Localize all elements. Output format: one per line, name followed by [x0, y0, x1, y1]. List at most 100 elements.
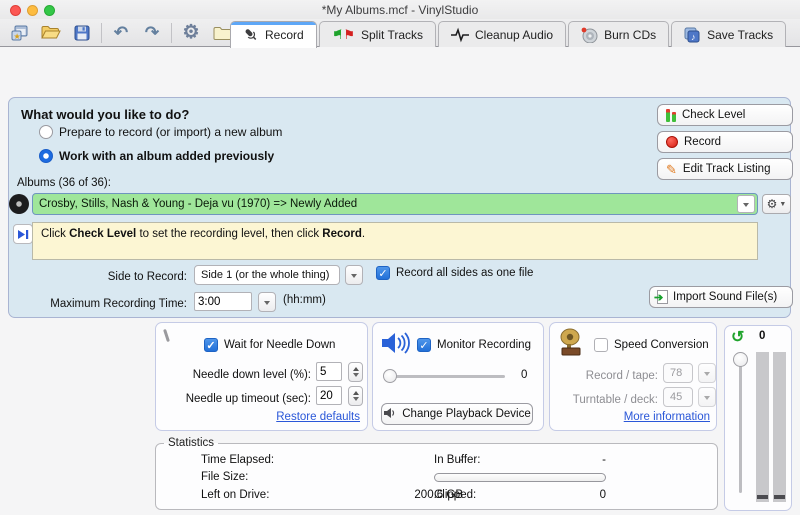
side-to-record-chevron[interactable]: [345, 265, 363, 285]
statistics-legend: Statistics: [164, 437, 218, 449]
record-button[interactable]: Record: [657, 131, 793, 153]
flags-icon: ⚑⚑: [332, 28, 355, 41]
tab-save-tracks[interactable]: ♪ Save Tracks: [671, 21, 786, 47]
album-select[interactable]: Crosby, Stills, Nash & Young - Deja vu (…: [32, 193, 758, 215]
time-elapsed-label: Time Elapsed:: [201, 454, 274, 466]
small-speaker-icon: [383, 407, 396, 422]
max-recording-time-chevron[interactable]: [258, 292, 276, 312]
undo-button[interactable]: ↶: [109, 22, 133, 44]
reset-gain-icon[interactable]: ↺: [731, 327, 744, 347]
gain-slider-thumb[interactable]: [733, 352, 748, 367]
needle-down-level-input[interactable]: [316, 362, 342, 381]
left-on-drive-label: Left on Drive:: [201, 489, 269, 501]
window-title: *My Albums.mcf - VinylStudio: [0, 3, 800, 17]
toolbar-separator: [101, 23, 102, 43]
hint-icon: [13, 224, 33, 244]
hint-message: Click Check Level to set the recording l…: [32, 222, 758, 260]
side-to-record-value: Side 1 (or the whole thing): [201, 269, 329, 281]
speaker-icon: [379, 329, 411, 362]
save-button[interactable]: [70, 22, 94, 44]
needle-up-timeout-stepper[interactable]: [348, 386, 363, 406]
tab-split-tracks[interactable]: ⚑⚑ Split Tracks: [319, 21, 436, 47]
gain-slider[interactable]: [739, 358, 742, 493]
album-options-menu-button[interactable]: ⚙ ▼: [762, 194, 791, 214]
meter-peak-segment: [757, 495, 768, 499]
edit-track-listing-button[interactable]: ✎ Edit Track Listing: [657, 158, 793, 180]
clipped-value: 0: [546, 489, 606, 501]
radio-existing-album[interactable]: Work with an album added previously: [39, 149, 274, 163]
tab-record[interactable]: Record: [230, 21, 317, 48]
toolbar-buttons: ★ ↶ ↷ ⚙ ▼: [8, 19, 267, 46]
tab-cleanup-audio[interactable]: Cleanup Audio: [438, 21, 566, 47]
turntable-deck-chevron: [698, 387, 716, 407]
speed-panel: Speed Conversion Record / tape: 78 Turnt…: [549, 322, 717, 431]
albums-count-label: Albums (36 of 36):: [17, 177, 111, 189]
chevron-down-icon: ▼: [779, 201, 786, 208]
monitor-recording-checkbox[interactable]: ✓ Monitor Recording: [417, 338, 531, 352]
side-to-record-label: Side to Record:: [37, 267, 187, 285]
record-dot-icon: [666, 136, 678, 148]
new-collection-icon: ★: [11, 25, 29, 41]
checkbox-icon: ✓: [417, 338, 431, 352]
radio-label: Prepare to record (or import) a new albu…: [59, 125, 282, 139]
turntable-deck-select: 45: [663, 387, 693, 407]
record-all-sides-label: Record all sides as one file: [396, 267, 533, 279]
tab-label: Cleanup Audio: [475, 28, 553, 42]
album-selected-value: Crosby, Stills, Nash & Young - Deja vu (…: [33, 198, 737, 210]
title-bar: *My Albums.mcf - VinylStudio: [0, 0, 800, 19]
hint-text: .: [362, 228, 365, 240]
svg-text:♪: ♪: [691, 32, 696, 42]
new-collection-button[interactable]: ★: [8, 22, 32, 44]
in-buffer-value: -: [546, 454, 606, 466]
tab-bar: Record ⚑⚑ Split Tracks Cleanup Audio Bur…: [230, 20, 788, 47]
needle-up-timeout-label: Needle up timeout (sec):: [166, 389, 311, 407]
change-playback-device-button[interactable]: Change Playback Device: [381, 403, 533, 425]
radio-label: Work with an album added previously: [59, 149, 274, 163]
monitor-volume-slider[interactable]: [385, 375, 505, 378]
svg-text:★: ★: [14, 32, 21, 41]
record-tape-label: Record / tape:: [560, 366, 658, 384]
clipped-label: Clipped:: [434, 489, 476, 501]
change-playback-device-label: Change Playback Device: [402, 408, 531, 420]
chevron-down-icon[interactable]: [737, 195, 755, 213]
import-file-icon: ➔: [657, 290, 668, 304]
toolbar: ★ ↶ ↷ ⚙ ▼: [0, 19, 800, 47]
needle-down-level-label: Needle down level (%):: [166, 365, 311, 383]
record-main-panel: What would you like to do? Prepare to re…: [8, 97, 791, 318]
monitor-panel: ✓ Monitor Recording 0 Change Playback De…: [372, 322, 544, 431]
record-all-sides-checkbox[interactable]: ✓ Record all sides as one file: [376, 266, 533, 280]
tab-burn-cds[interactable]: Burn CDs: [568, 21, 669, 47]
radio-new-album[interactable]: Prepare to record (or import) a new albu…: [39, 125, 282, 139]
max-time-units-label: (hh:mm): [283, 294, 326, 306]
hint-text: to set the recording level, then click: [136, 228, 322, 240]
file-size-label: File Size:: [201, 471, 248, 483]
side-to-record-select[interactable]: Side 1 (or the whole thing): [194, 265, 340, 285]
open-folder-icon: [41, 25, 61, 40]
monitor-volume-value: 0: [521, 369, 527, 381]
restore-defaults-link[interactable]: Restore defaults: [156, 411, 360, 423]
waveform-icon: [451, 27, 469, 43]
level-meter-icon: [666, 109, 676, 122]
tab-label: Burn CDs: [604, 28, 656, 42]
check-level-label: Check Level: [682, 109, 745, 121]
gear-icon: ⚙: [182, 23, 199, 42]
page-title: What would you like to do?: [21, 107, 189, 122]
buffer-progress-bar: [434, 473, 606, 482]
needle-up-timeout-input[interactable]: [316, 386, 342, 405]
open-button[interactable]: [39, 22, 63, 44]
redo-button[interactable]: ↷: [140, 22, 164, 44]
speed-conversion-checkbox[interactable]: Speed Conversion: [594, 338, 709, 352]
more-information-link[interactable]: More information: [550, 411, 710, 423]
import-sound-files-button[interactable]: ➔ Import Sound File(s): [649, 286, 793, 308]
hint-bold-record: Record: [322, 228, 362, 240]
max-recording-time-input[interactable]: [194, 292, 252, 311]
slider-thumb[interactable]: [383, 369, 397, 383]
check-level-button[interactable]: Check Level: [657, 104, 793, 126]
vinylstudio-window: *My Albums.mcf - VinylStudio ★ ↶ ↷: [0, 0, 800, 515]
wait-needle-down-checkbox[interactable]: ✓ Wait for Needle Down: [204, 338, 335, 352]
settings-button[interactable]: ⚙: [179, 22, 203, 44]
record-tape-chevron: [698, 363, 716, 383]
needle-down-level-stepper[interactable]: [348, 362, 363, 382]
radio-icon: [39, 149, 53, 163]
turntable-deck-value: 45: [670, 391, 682, 403]
